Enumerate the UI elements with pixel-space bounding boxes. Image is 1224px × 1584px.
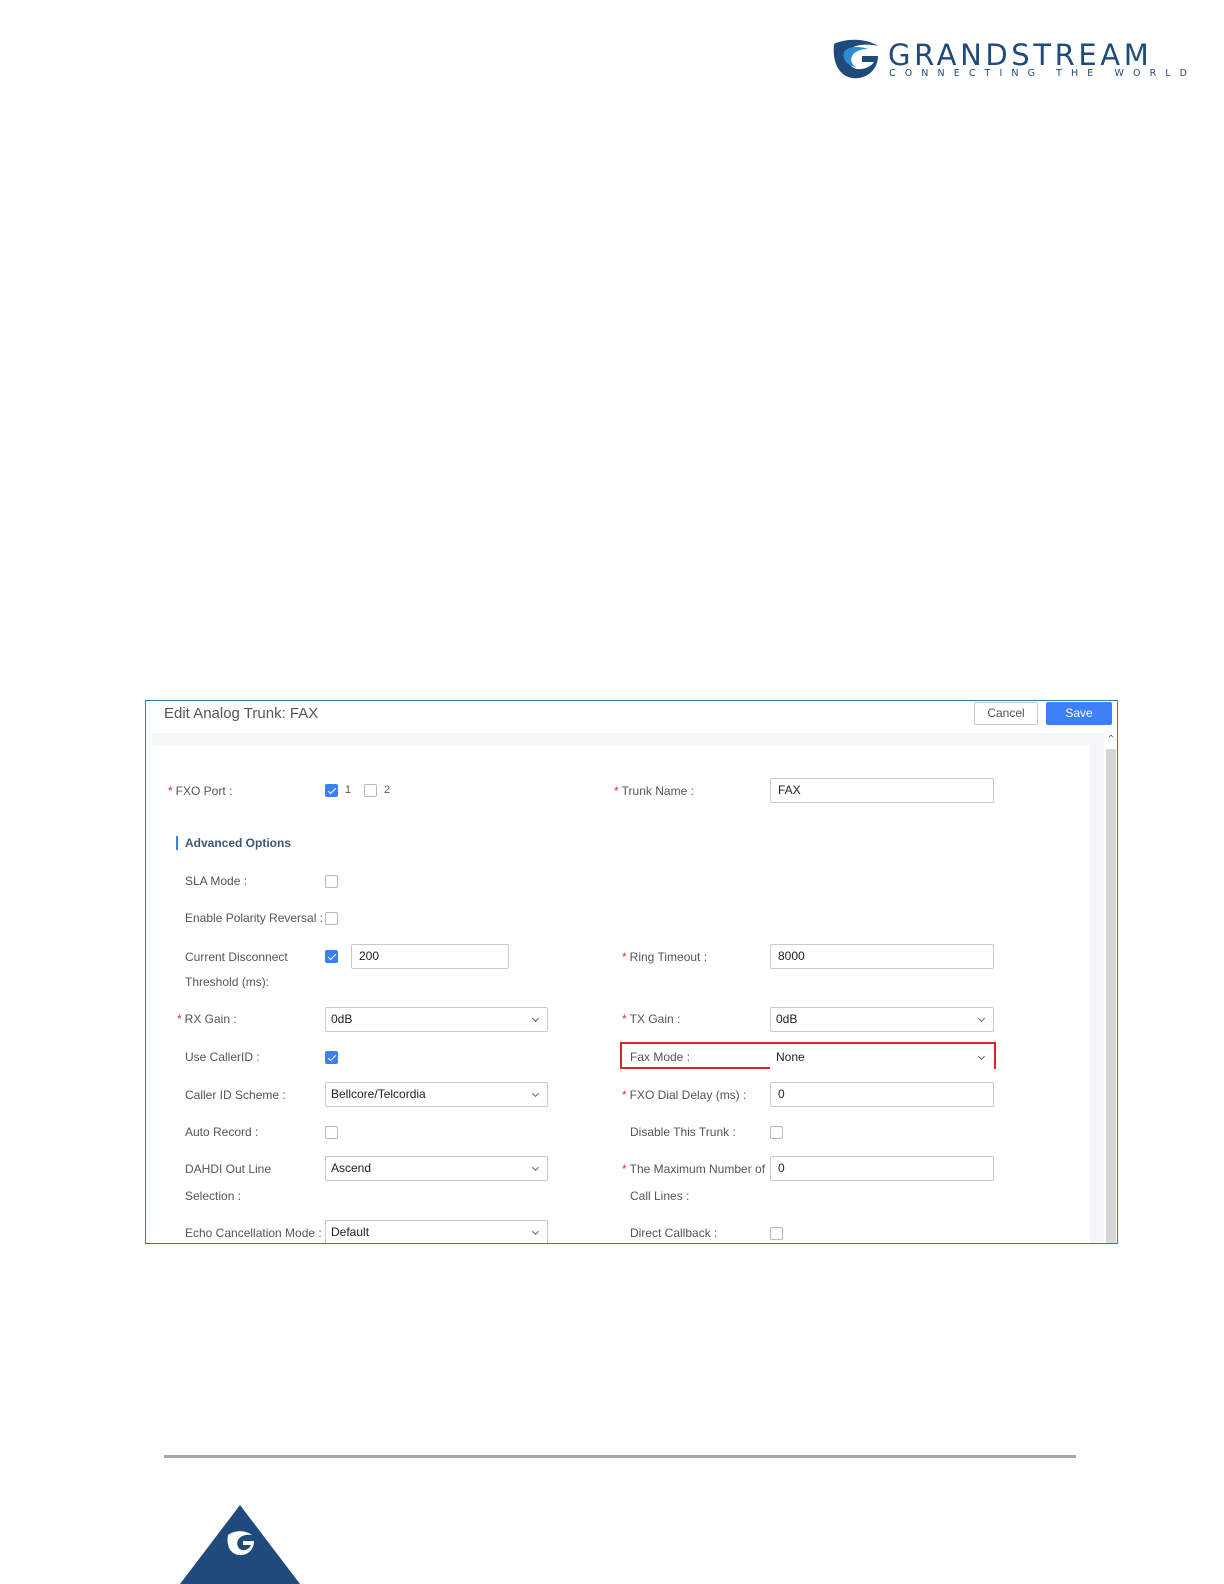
dialog-title: Edit Analog Trunk: FAX	[164, 705, 319, 722]
chevron-down-icon	[531, 1227, 540, 1236]
caller-id-scheme-label: Caller ID Scheme :	[185, 1088, 286, 1102]
direct-callback-checkbox[interactable]	[770, 1227, 783, 1240]
max-call-lines-label-line2: Call Lines :	[630, 1189, 690, 1203]
tx-gain-value: 0dB	[776, 1012, 798, 1026]
echo-cancellation-value: Default	[331, 1225, 370, 1239]
dahdi-out-line-label-line1: DAHDI Out Line	[185, 1162, 272, 1176]
advanced-options-header[interactable]: Advanced Options	[176, 836, 291, 850]
scrollbar[interactable]: ⌃	[1104, 733, 1117, 1243]
use-callerid-label: Use CallerID :	[185, 1050, 260, 1064]
rx-gain-value: 0dB	[331, 1012, 353, 1026]
sla-mode-checkbox[interactable]	[325, 875, 338, 888]
brand-tagline: CONNECTING THE WORLD	[889, 68, 1197, 79]
footer-divider	[164, 1455, 1076, 1458]
fax-mode-value: None	[776, 1050, 805, 1064]
brand-logo: GRANDSTREAM CONNECTING THE WORLD	[832, 38, 1187, 84]
dahdi-out-line-select[interactable]: Ascend	[325, 1156, 548, 1181]
chevron-down-icon	[531, 1163, 540, 1172]
ring-timeout-input[interactable]: 8000	[770, 944, 994, 969]
ring-timeout-label: * Ring Timeout :	[622, 950, 708, 964]
fxo-port-2-label: 2	[384, 784, 391, 796]
echo-cancellation-label: Echo Cancellation Mode :	[185, 1226, 322, 1240]
chevron-down-icon	[977, 1014, 986, 1023]
tx-gain-label: * TX Gain :	[622, 1012, 681, 1026]
fax-mode-select[interactable]: None	[770, 1045, 994, 1070]
fxo-port-2-checkbox[interactable]	[364, 784, 377, 797]
fax-mode-label: Fax Mode :	[630, 1050, 691, 1064]
current-disconnect-label-line1: Current Disconnect	[185, 950, 288, 964]
current-disconnect-input[interactable]: 200	[351, 944, 509, 969]
edit-analog-trunk-dialog: Edit Analog Trunk: FAX Cancel Save ⌃ * FX…	[145, 700, 1118, 1244]
caller-id-scheme-select[interactable]: Bellcore/Telcordia	[325, 1082, 548, 1107]
rx-gain-label: * RX Gain :	[177, 1012, 237, 1026]
cancel-button[interactable]: Cancel	[974, 702, 1038, 725]
max-call-lines-label-line1: * The Maximum Number of	[622, 1162, 766, 1176]
dialog-header: Edit Analog Trunk: FAX Cancel Save	[146, 701, 1117, 733]
fxo-port-1-checkbox[interactable]	[325, 784, 338, 797]
brand-name: GRANDSTREAM	[888, 38, 1153, 72]
rx-gain-select[interactable]: 0dB	[325, 1007, 548, 1032]
dahdi-out-line-value: Ascend	[331, 1161, 372, 1175]
trunk-name-label: * Trunk Name :	[614, 784, 694, 798]
scroll-up-icon[interactable]: ⌃	[1106, 735, 1116, 745]
auto-record-checkbox[interactable]	[325, 1126, 338, 1139]
disable-trunk-label: Disable This Trunk :	[630, 1125, 736, 1139]
chevron-down-icon	[531, 1014, 540, 1023]
trunk-name-input[interactable]: FAX	[770, 778, 994, 803]
fxo-dial-delay-input[interactable]: 0	[770, 1082, 994, 1107]
disable-trunk-checkbox[interactable]	[770, 1126, 783, 1139]
max-call-lines-input[interactable]: 0	[770, 1156, 994, 1181]
scrollbar-thumb[interactable]	[1106, 749, 1116, 1243]
polarity-reversal-checkbox[interactable]	[325, 912, 338, 925]
grandstream-logo-icon	[833, 39, 878, 79]
direct-callback-label: Direct Callback :	[630, 1226, 718, 1240]
dahdi-out-line-label-line2: Selection :	[185, 1189, 242, 1203]
save-button[interactable]: Save	[1046, 702, 1112, 725]
sla-mode-label: SLA Mode :	[185, 874, 248, 888]
caller-id-scheme-value: Bellcore/Telcordia	[331, 1087, 426, 1101]
current-disconnect-label-line2: Threshold (ms):	[185, 975, 270, 989]
fxo-dial-delay-label: * FXO Dial Delay (ms) :	[622, 1088, 747, 1102]
fxo-port-1-label: 1	[345, 784, 352, 796]
current-disconnect-checkbox[interactable]	[325, 950, 338, 963]
echo-cancellation-select[interactable]: Default	[325, 1220, 548, 1243]
chevron-down-icon	[531, 1089, 540, 1098]
polarity-reversal-label: Enable Polarity Reversal :	[185, 911, 324, 925]
tx-gain-select[interactable]: 0dB	[770, 1007, 994, 1032]
footer-logo-icon	[180, 1505, 300, 1584]
fxo-port-label: * FXO Port :	[168, 784, 233, 798]
auto-record-label: Auto Record :	[185, 1125, 259, 1139]
chevron-down-icon	[977, 1052, 986, 1061]
use-callerid-checkbox[interactable]	[325, 1051, 338, 1064]
